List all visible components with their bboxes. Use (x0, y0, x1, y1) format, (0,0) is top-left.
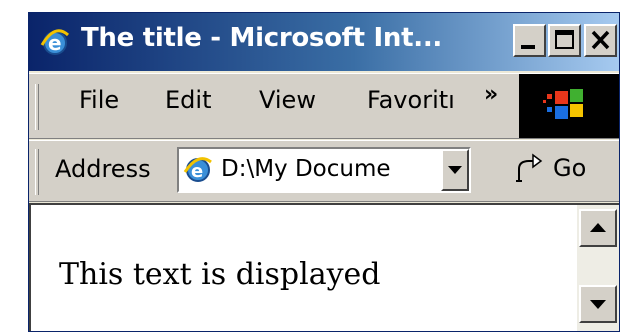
windows-logo (519, 74, 619, 138)
vertical-scrollbar[interactable] (577, 205, 619, 331)
menu-gripper[interactable] (35, 84, 39, 130)
address-gripper[interactable] (35, 149, 39, 195)
arrow-down-icon (590, 300, 606, 309)
browser-window: e The title - Microsoft Int... File Edit… (28, 12, 620, 332)
address-dropdown-button[interactable] (441, 149, 469, 191)
title-bar[interactable]: e The title - Microsoft Int... (29, 13, 619, 71)
address-bar: Address e D:\My Docume Go (29, 140, 619, 202)
scroll-up-button[interactable] (579, 209, 617, 247)
windows-logo-icon (543, 89, 583, 119)
menu-file[interactable]: File (79, 86, 119, 114)
address-value: D:\My Docume (221, 156, 391, 182)
menu-view[interactable]: View (259, 86, 316, 114)
go-button[interactable]: Go (511, 151, 601, 187)
go-label: Go (553, 154, 587, 182)
go-arrow-icon (516, 153, 543, 182)
maximize-button[interactable] (548, 24, 581, 57)
menu-favorites[interactable]: Favoritı (367, 86, 455, 114)
page-text: This text is displayed (59, 257, 381, 292)
menu-overflow-chevron[interactable]: » (484, 82, 498, 107)
scroll-down-button[interactable] (579, 285, 617, 323)
page-content: This text is displayed (29, 203, 619, 331)
ie-page-icon: e (183, 157, 212, 182)
address-label: Address (55, 155, 151, 183)
menu-edit[interactable]: Edit (165, 86, 211, 114)
window-title: The title - Microsoft Int... (81, 23, 442, 53)
arrow-up-icon (590, 223, 606, 232)
minimize-button[interactable] (513, 24, 546, 57)
close-icon (591, 30, 610, 50)
minimize-icon (521, 45, 535, 49)
menu-bar: File Edit View Favoritı » (29, 73, 619, 139)
close-button[interactable] (584, 24, 617, 57)
address-input[interactable]: e D:\My Docume (177, 147, 471, 193)
ie-icon: e (40, 29, 70, 55)
chevron-down-icon (448, 166, 462, 174)
maximize-icon (555, 30, 574, 49)
